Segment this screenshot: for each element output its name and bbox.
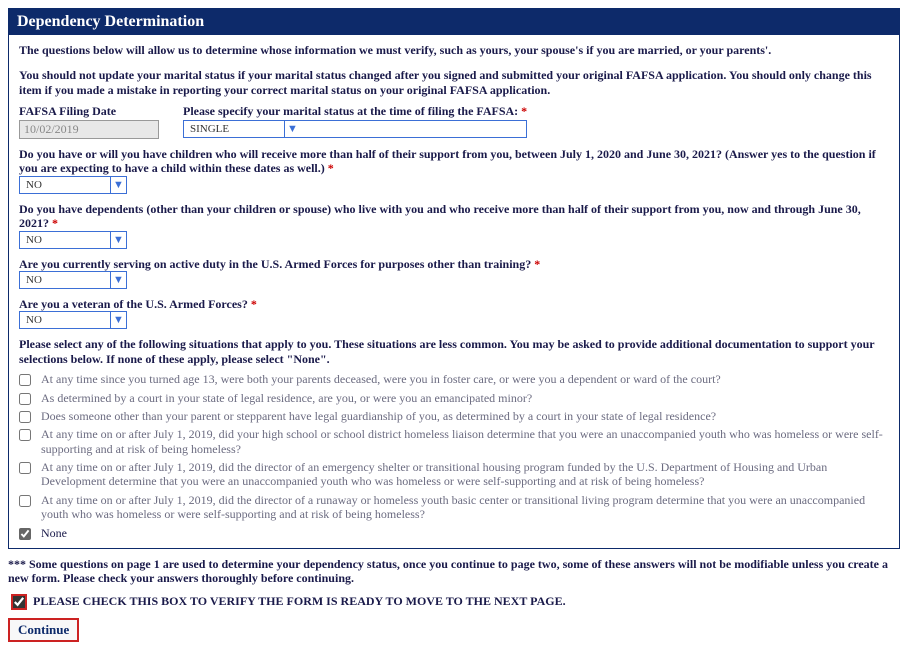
- q-dependents-value: NO: [20, 232, 110, 248]
- required-star: *: [251, 297, 257, 311]
- situations-list: At any time since you turned age 13, wer…: [19, 370, 889, 542]
- required-star: *: [534, 257, 540, 271]
- panel-body: The questions below will allow us to det…: [9, 35, 899, 548]
- q-dependents-label: Do you have dependents (other than your …: [19, 202, 889, 231]
- q-activeduty-value: NO: [20, 272, 110, 288]
- situation-checkbox[interactable]: [19, 429, 31, 441]
- situation-label: As determined by a court in your state o…: [41, 391, 532, 405]
- q-veteran-label: Are you a veteran of the U.S. Armed Forc…: [19, 297, 889, 311]
- q-children-select[interactable]: NO ▼: [19, 176, 127, 194]
- chevron-down-icon: ▼: [110, 232, 126, 248]
- footnote: *** Some questions on page 1 are used to…: [8, 557, 900, 586]
- situation-row: At any time since you turned age 13, wer…: [19, 370, 889, 388]
- situation-row: At any time on or after July 1, 2019, di…: [19, 425, 889, 458]
- q-veteran-value: NO: [20, 312, 110, 328]
- situation-row: At any time on or after July 1, 2019, di…: [19, 491, 889, 524]
- filing-date-input: [19, 120, 159, 139]
- situation-row: Does someone other than your parent or s…: [19, 407, 889, 425]
- filing-row: FAFSA Filing Date Please specify your ma…: [19, 104, 889, 139]
- filing-date-col: FAFSA Filing Date: [19, 104, 159, 139]
- chevron-down-icon: ▼: [110, 312, 126, 328]
- situation-label: At any time on or after July 1, 2019, di…: [41, 427, 889, 456]
- chevron-down-icon: ▼: [110, 177, 126, 193]
- marital-select-value: SINGLE: [184, 121, 284, 137]
- situation-label: Does someone other than your parent or s…: [41, 409, 716, 423]
- situation-label: At any time since you turned age 13, wer…: [41, 372, 721, 386]
- situation-checkbox[interactable]: [19, 495, 31, 507]
- situation-checkbox[interactable]: [19, 393, 31, 405]
- situation-checkbox[interactable]: [19, 374, 31, 386]
- verify-label: PLEASE CHECK THIS BOX TO VERIFY THE FORM…: [33, 594, 566, 609]
- situation-row: As determined by a court in your state o…: [19, 389, 889, 407]
- filing-date-label: FAFSA Filing Date: [19, 104, 159, 119]
- marital-col: Please specify your marital status at th…: [183, 104, 527, 139]
- q-activeduty-label: Are you currently serving on active duty…: [19, 257, 889, 271]
- chevron-down-icon: ▼: [284, 121, 300, 137]
- intro-text: The questions below will allow us to det…: [19, 43, 889, 58]
- situation-checkbox[interactable]: [19, 528, 31, 540]
- situation-label: At any time on or after July 1, 2019, di…: [41, 493, 889, 522]
- marital-label: Please specify your marital status at th…: [183, 104, 527, 119]
- situation-checkbox[interactable]: [19, 462, 31, 474]
- required-star: *: [328, 161, 334, 175]
- verify-row: PLEASE CHECK THIS BOX TO VERIFY THE FORM…: [8, 592, 900, 612]
- situation-label: At any time on or after July 1, 2019, di…: [41, 460, 889, 489]
- q-veteran-select[interactable]: NO ▼: [19, 311, 127, 329]
- verify-checkbox[interactable]: [12, 595, 26, 609]
- dependency-panel: Dependency Determination The questions b…: [8, 8, 900, 549]
- q-children-label: Do you have or will you have children wh…: [19, 147, 889, 176]
- marital-warning: You should not update your marital statu…: [19, 68, 889, 98]
- q-dependents-select[interactable]: NO ▼: [19, 231, 127, 249]
- required-star: *: [52, 216, 58, 230]
- continue-button[interactable]: Continue: [8, 618, 79, 642]
- situation-label: None: [41, 526, 67, 540]
- q-activeduty-select[interactable]: NO ▼: [19, 271, 127, 289]
- chevron-down-icon: ▼: [110, 272, 126, 288]
- situation-checkbox[interactable]: [19, 411, 31, 423]
- situation-row: None: [19, 524, 889, 542]
- panel-title: Dependency Determination: [9, 9, 899, 35]
- marital-label-text: Please specify your marital status at th…: [183, 104, 518, 118]
- q-children-value: NO: [20, 177, 110, 193]
- marital-select[interactable]: SINGLE ▼: [183, 120, 527, 138]
- required-star: *: [521, 104, 527, 118]
- situations-intro: Please select any of the following situa…: [19, 337, 889, 366]
- situation-row: At any time on or after July 1, 2019, di…: [19, 458, 889, 491]
